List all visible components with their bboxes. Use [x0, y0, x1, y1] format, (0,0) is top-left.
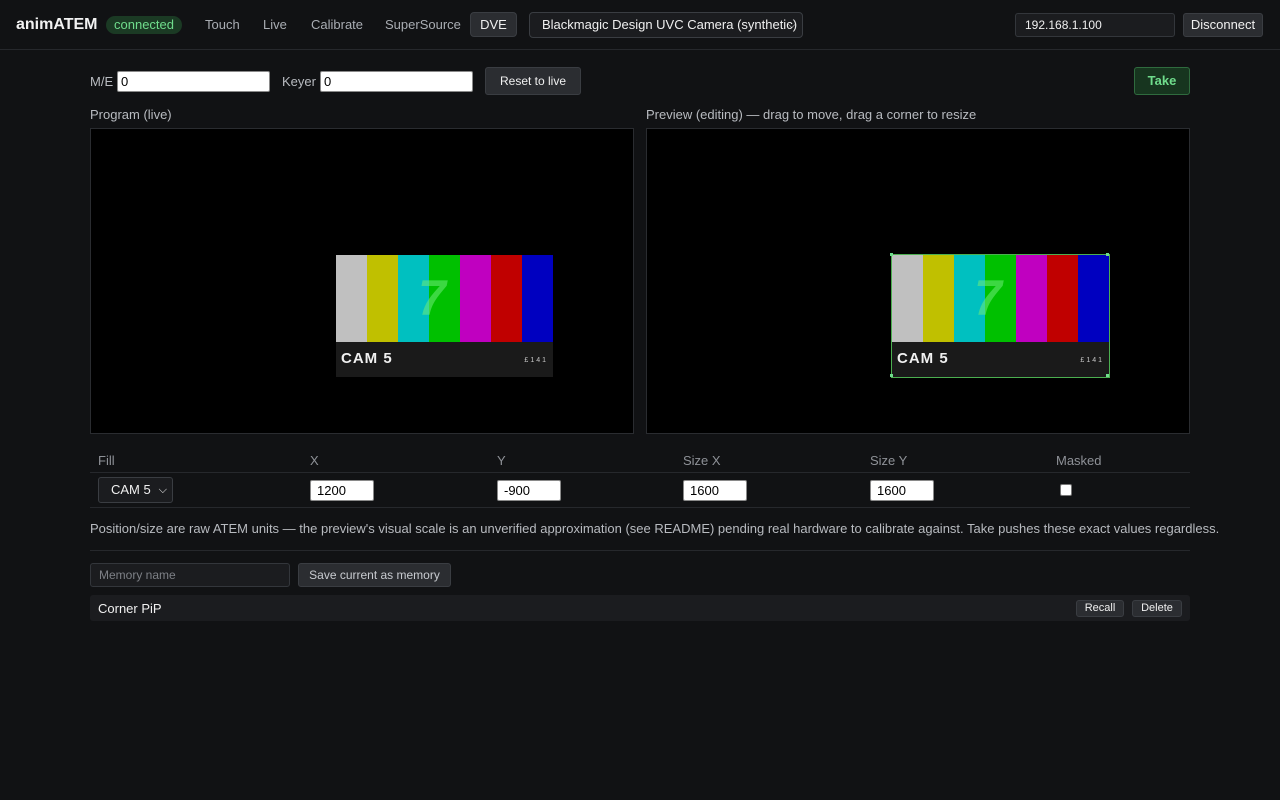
preview-label: Preview (editing) — drag to move, drag a…	[646, 107, 977, 122]
preview-monitor[interactable]: 7 CAM 5 £141	[646, 128, 1190, 434]
resize-handle-top-right[interactable]	[1106, 253, 1109, 256]
camera-select[interactable]: Blackmagic Design UVC Camera (synthetic)…	[529, 12, 803, 38]
size-y-input[interactable]: 1600	[870, 480, 934, 501]
save-memory-button[interactable]: Save current as memory	[298, 563, 451, 587]
color-bar	[336, 255, 367, 342]
fill-select[interactable]: CAM 5 ⌵	[98, 477, 173, 503]
keyer-label: Keyer	[282, 74, 316, 89]
size-x-input[interactable]: 1600	[683, 480, 747, 501]
nav-touch[interactable]: Touch	[195, 12, 250, 37]
disconnect-button[interactable]: Disconnect	[1183, 13, 1263, 37]
test-card-number: 7	[418, 270, 446, 326]
header-y: Y	[497, 453, 506, 468]
section-divider	[90, 550, 1190, 551]
program-monitor: 7 CAM 5 £141	[90, 128, 634, 434]
masked-checkbox[interactable]	[1060, 484, 1072, 496]
program-label: Program (live)	[90, 107, 172, 122]
nav-dve[interactable]: DVE	[470, 12, 517, 37]
color-bar	[460, 255, 491, 342]
header-masked: Masked	[1056, 453, 1102, 468]
nav-calibrate[interactable]: Calibrate	[301, 12, 373, 37]
memory-item-name: Corner PiP	[98, 601, 162, 616]
test-card-camera-label: CAM 5	[341, 350, 393, 367]
reset-to-live-button[interactable]: Reset to live	[485, 67, 581, 95]
calibration-note: Position/size are raw ATEM units — the p…	[90, 521, 1220, 536]
fill-select-value: CAM 5	[111, 482, 151, 497]
color-bar	[491, 255, 522, 342]
recall-memory-button[interactable]: Recall	[1076, 600, 1124, 617]
header-fill: Fill	[98, 453, 115, 468]
table-divider	[90, 507, 1190, 508]
take-button[interactable]: Take	[1134, 67, 1190, 95]
program-test-card: 7 CAM 5 £141	[336, 255, 553, 377]
table-divider	[90, 472, 1190, 473]
memory-name-input[interactable]: Memory name	[90, 563, 290, 587]
test-card-code: £141	[524, 357, 548, 364]
me-input[interactable]: 0	[117, 71, 270, 92]
resize-handle-bottom-right[interactable]	[1106, 374, 1109, 377]
delete-memory-button[interactable]: Delete	[1132, 600, 1182, 617]
resize-handle-top-left[interactable]	[890, 253, 893, 256]
camera-select-value: Blackmagic Design UVC Camera (synthetic)	[542, 17, 798, 32]
color-bar	[522, 255, 553, 342]
top-bar: animATEM connected Touch Live Calibrate …	[0, 0, 1280, 50]
chevron-down-icon: ⌵	[158, 484, 167, 496]
keyer-input[interactable]: 0	[320, 71, 473, 92]
header-x: X	[310, 453, 319, 468]
me-label: M/E	[90, 74, 114, 89]
header-size-x: Size X	[683, 453, 721, 468]
y-input[interactable]: -900	[497, 480, 561, 501]
app-title: animATEM	[16, 16, 98, 33]
chevron-down-icon: ⌵	[787, 19, 796, 31]
selection-outline[interactable]	[891, 254, 1110, 378]
nav-supersource[interactable]: SuperSource	[375, 12, 471, 37]
connection-status-badge: connected	[106, 16, 182, 34]
ip-address-input[interactable]: 192.168.1.100	[1015, 13, 1175, 37]
resize-handle-bottom-left[interactable]	[890, 374, 893, 377]
header-size-y: Size Y	[870, 453, 908, 468]
memory-item: Corner PiP Recall Delete	[90, 595, 1190, 621]
color-bar	[367, 255, 398, 342]
nav-live[interactable]: Live	[253, 12, 297, 37]
x-input[interactable]: 1200	[310, 480, 374, 501]
